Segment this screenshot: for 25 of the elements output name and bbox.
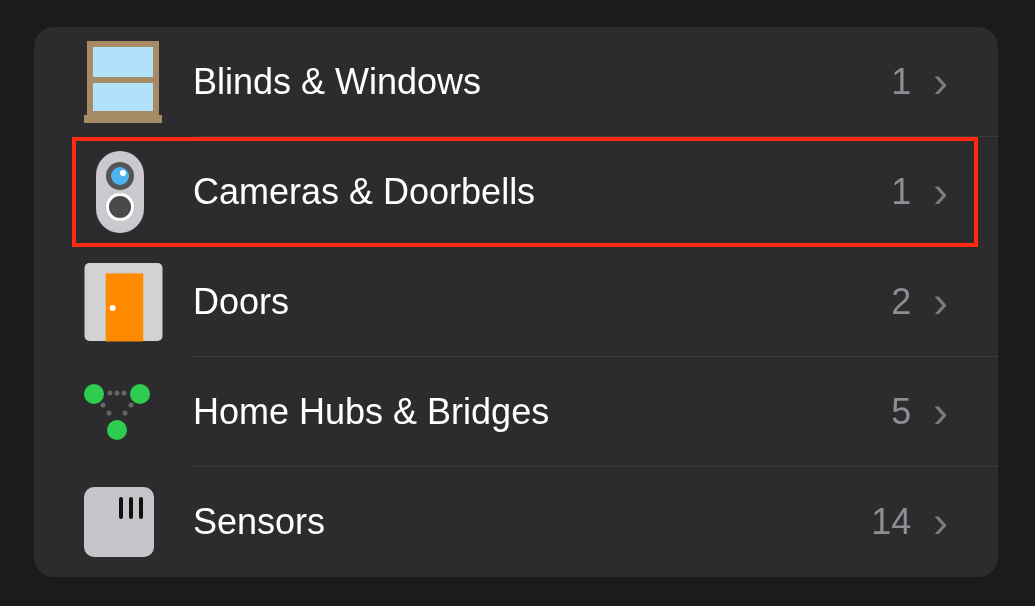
hub-icon <box>84 384 150 440</box>
chevron-icon: › <box>933 279 948 324</box>
category-label: Cameras & Doorbells <box>193 171 537 213</box>
door-icon <box>84 262 163 342</box>
item-count: 5 <box>891 390 912 433</box>
category-row[interactable]: Doors 2 › <box>34 247 998 357</box>
camera-icon <box>96 151 144 233</box>
category-row[interactable]: Blinds & Windows 1 › <box>34 27 998 137</box>
category-label: Doors <box>193 280 291 323</box>
chevron-icon: › <box>933 500 948 544</box>
category-row[interactable]: Sensors 14 › <box>34 467 998 577</box>
category-row[interactable]: Cameras & Doorbells 1 › <box>72 137 978 247</box>
category-label: Sensors <box>193 501 327 543</box>
chevron-icon: › <box>933 170 948 214</box>
item-count: 14 <box>871 501 912 543</box>
category-row[interactable]: Home Hubs & Bridges 5 › <box>34 357 998 467</box>
chevron-icon: › <box>933 59 948 104</box>
sensor-icon <box>84 487 154 557</box>
item-count: 2 <box>891 280 912 323</box>
category-label: Blinds & Windows <box>193 60 483 103</box>
category-label: Home Hubs & Bridges <box>193 390 551 433</box>
item-count: 1 <box>891 171 912 213</box>
item-count: 1 <box>891 60 912 103</box>
window-icon <box>84 41 162 123</box>
chevron-icon: › <box>933 389 948 434</box>
